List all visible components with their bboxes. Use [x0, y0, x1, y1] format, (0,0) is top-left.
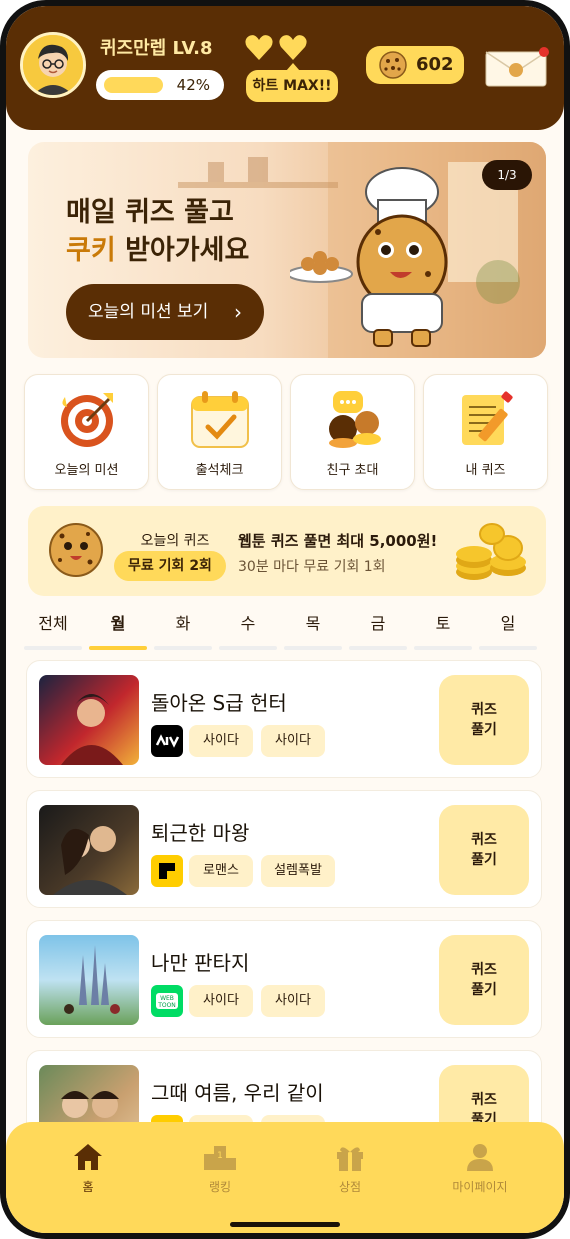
xp-percent-label: 42%	[176, 76, 210, 94]
cookie-balance[interactable]: 602	[366, 46, 464, 84]
banner-title-rest: 받아가세요	[115, 235, 250, 266]
webtoon-title: 그때 여름, 우리 같이	[151, 1081, 324, 1105]
cookie-count: 602	[416, 54, 454, 75]
genre-tag: 사이다	[261, 985, 325, 1017]
tab-sat[interactable]: 토	[414, 610, 472, 650]
notepad-pencil-icon	[462, 391, 513, 445]
chat-bubble-icon	[329, 391, 381, 448]
podium-icon: 1	[204, 1146, 236, 1170]
nav-shop[interactable]: 상점	[302, 1142, 398, 1212]
nav-ranking[interactable]: 1 랭킹	[172, 1142, 268, 1212]
tab-mon[interactable]: 월	[89, 610, 147, 650]
heart-max-badge: 하트 MAX!!	[246, 63, 338, 102]
menu-label: 오늘의 미션	[54, 463, 119, 478]
webtoon-title: 퇴근한 마왕	[151, 821, 250, 845]
today-quiz-label: 오늘의 퀴즈	[140, 533, 210, 549]
today-mission-button-label: 오늘의 미션 보기	[88, 302, 209, 322]
person-icon	[467, 1144, 493, 1171]
home-icon	[74, 1144, 102, 1170]
genre-tag: 사이다	[261, 725, 325, 757]
target-icon	[61, 393, 113, 447]
nav-label: 홈	[82, 1180, 94, 1194]
quiz-reward-headline: 웹툰 퀴즈 풀면 최대 5,000원!	[238, 532, 438, 550]
svg-text:WEB: WEB	[160, 995, 174, 1002]
webtoon-thumbnail	[39, 935, 139, 1025]
banner-title-line1: 매일 퀴즈 풀고	[66, 197, 234, 228]
menu-label: 내 퀴즈	[465, 463, 506, 478]
nav-mypage[interactable]: 마이페이지	[432, 1142, 528, 1212]
genre-tag: 설렘폭발	[261, 855, 335, 887]
hearts-icon	[245, 35, 307, 60]
quiz-reward-subline: 30분 마다 무료 기회 1회	[238, 559, 386, 575]
svg-text:1: 1	[217, 1151, 223, 1161]
avatar-face-icon	[23, 35, 83, 95]
solve-quiz-button[interactable]: 퀴즈 풀기	[439, 935, 529, 1025]
menu-label: 친구 초대	[326, 463, 379, 478]
gold-coins-icon	[456, 523, 526, 580]
list-item[interactable]: 돌아온 S급 헌터 사이다 사이다 퀴즈 풀기	[26, 660, 542, 778]
gift-icon	[337, 1147, 363, 1171]
mail-icon[interactable]	[484, 46, 550, 88]
cookie-chef-mascot-icon	[290, 167, 448, 347]
kakao-page-icon	[151, 725, 183, 757]
cookie-face-icon	[49, 523, 103, 577]
tab-wed[interactable]: 수	[219, 610, 277, 650]
svg-text:TOON: TOON	[157, 1002, 176, 1009]
kakao-webtoon-icon	[151, 855, 183, 887]
webtoon-title: 나만 판타지	[151, 951, 250, 975]
free-chance-badge: 무료 기회 2회	[114, 551, 226, 581]
calendar-check-icon	[191, 391, 249, 448]
banner-title-line2: 쿠키 받아가세요	[66, 228, 249, 267]
today-quiz-info[interactable]: 오늘의 퀴즈 무료 기회 2회 웹툰 퀴즈 풀면 최대 5,000원! 30분 …	[28, 506, 546, 596]
today-mission-button[interactable]: 오늘의 미션 보기 ›	[66, 284, 264, 340]
nav-label: 상점	[338, 1180, 362, 1194]
phone-frame: 퀴즈만렙 LV.8 42% 하트 MAX!! 602 매일 퀴즈 풀고 쿠키 받…	[0, 0, 570, 1239]
solve-quiz-button[interactable]: 퀴즈 풀기	[439, 805, 529, 895]
naver-webtoon-icon: WEB TOON	[151, 985, 183, 1017]
menu-my-quiz[interactable]: 내 퀴즈	[423, 374, 548, 490]
webtoon-title: 돌아온 S급 헌터	[151, 691, 287, 715]
list-item[interactable]: 퇴근한 마왕 로맨스 설렘폭발 퀴즈 풀기	[26, 790, 542, 908]
promo-banner[interactable]: 매일 퀴즈 풀고 쿠키 받아가세요 오늘의 미션 보기 › 1/3	[28, 142, 546, 358]
top-header: 퀴즈만렙 LV.8 42% 하트 MAX!! 602	[6, 6, 564, 130]
bottom-navigation: 홈 1 랭킹 상점 마이페이지	[6, 1122, 564, 1233]
nav-label: 랭킹	[208, 1180, 232, 1194]
cookie-icon	[379, 51, 407, 79]
tab-fri[interactable]: 금	[349, 610, 407, 650]
notification-dot	[539, 47, 549, 57]
xp-progress-bar: 42%	[96, 70, 224, 100]
webtoon-thumbnail	[39, 805, 139, 895]
home-indicator	[230, 1222, 340, 1227]
menu-label: 출석체크	[195, 463, 244, 478]
banner-pager: 1/3	[482, 160, 532, 190]
tab-all[interactable]: 전체	[24, 610, 82, 650]
menu-today-mission[interactable]: 오늘의 미션	[24, 374, 149, 490]
day-tabs: 전체 월 화 수 목 금 토 일	[24, 610, 546, 650]
list-item[interactable]: 나만 판타지 WEB TOON 사이다 사이다 퀴즈 풀기	[26, 920, 542, 1038]
genre-tag: 사이다	[189, 985, 253, 1017]
tab-tue[interactable]: 화	[154, 610, 212, 650]
genre-tag: 사이다	[189, 725, 253, 757]
menu-invite-friend[interactable]: 친구 초대	[290, 374, 415, 490]
tab-thu[interactable]: 목	[284, 610, 342, 650]
menu-attendance[interactable]: 출석체크	[157, 374, 282, 490]
xp-progress-fill	[104, 77, 163, 93]
chevron-right-icon: ›	[234, 300, 242, 324]
user-nickname: 퀴즈만렙 LV.8	[100, 38, 213, 59]
avatar[interactable]	[20, 32, 86, 98]
genre-tag: 로맨스	[189, 855, 253, 887]
banner-title-highlight: 쿠키	[66, 235, 116, 266]
nav-label: 마이페이지	[452, 1180, 508, 1194]
webtoon-thumbnail	[39, 675, 139, 765]
solve-quiz-button[interactable]: 퀴즈 풀기	[439, 675, 529, 765]
tab-sun[interactable]: 일	[479, 610, 537, 650]
nav-home[interactable]: 홈	[40, 1142, 136, 1212]
